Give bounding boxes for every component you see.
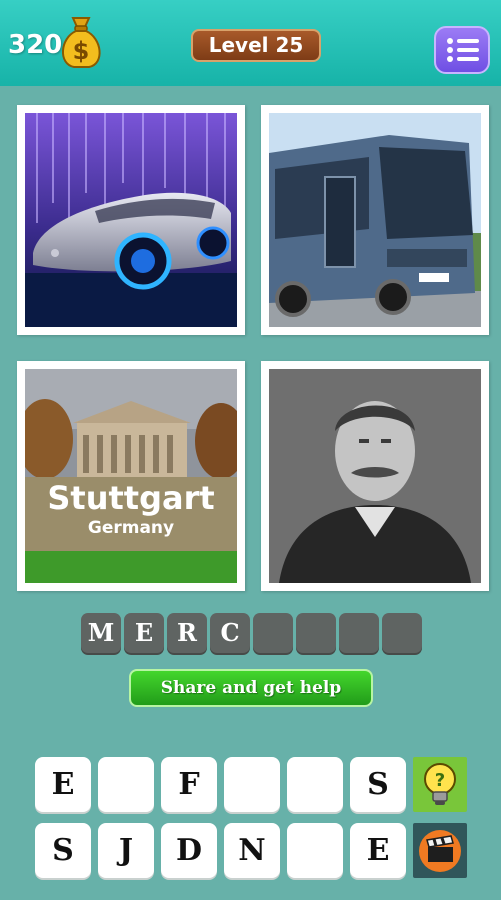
letter-key[interactable]: S [350, 757, 406, 812]
share-and-get-help-button[interactable]: Share and get help [129, 669, 373, 707]
hint-button[interactable]: ? [413, 757, 467, 812]
picture-stuttgart-city: Stuttgart Germany [17, 361, 245, 591]
picture-portrait-man [261, 361, 489, 591]
clapperboard-video-icon [419, 830, 461, 872]
level-badge: Level 25 [191, 29, 321, 62]
watch-video-button[interactable] [413, 823, 467, 878]
letter-key[interactable]: S [35, 823, 91, 878]
letter-key[interactable]: F [161, 757, 217, 812]
letter-key[interactable]: N [224, 823, 280, 878]
answer-slot[interactable]: M [81, 613, 121, 653]
country-caption: Germany [88, 518, 174, 538]
letter-key[interactable]: D [161, 823, 217, 878]
answer-slot[interactable] [253, 613, 293, 653]
lightbulb-hint-icon: ? [424, 763, 456, 805]
picture-coach-bus [261, 105, 489, 335]
menu-button[interactable] [434, 26, 490, 74]
answer-slot[interactable]: R [167, 613, 207, 653]
svg-text:$: $ [73, 37, 90, 65]
answer-slot[interactable]: C [210, 613, 250, 653]
top-bar: 320 $ Level 25 [0, 0, 501, 86]
answer-slot[interactable] [382, 613, 422, 653]
coin-count: 320 [8, 30, 63, 60]
letter-key[interactable]: E [35, 757, 91, 812]
picture-concept-car [17, 105, 245, 335]
svg-text:?: ? [435, 770, 445, 791]
letter-key[interactable] [98, 757, 154, 812]
answer-slot[interactable] [339, 613, 379, 653]
letter-key[interactable] [287, 757, 343, 812]
letter-key[interactable]: E [350, 823, 406, 878]
letter-key[interactable] [287, 823, 343, 878]
answer-slot[interactable]: E [124, 613, 164, 653]
letter-key[interactable]: J [98, 823, 154, 878]
answer-slot[interactable] [296, 613, 336, 653]
city-caption: Stuttgart [47, 479, 214, 517]
letter-key[interactable] [224, 757, 280, 812]
money-bag-icon: $ [62, 17, 101, 68]
